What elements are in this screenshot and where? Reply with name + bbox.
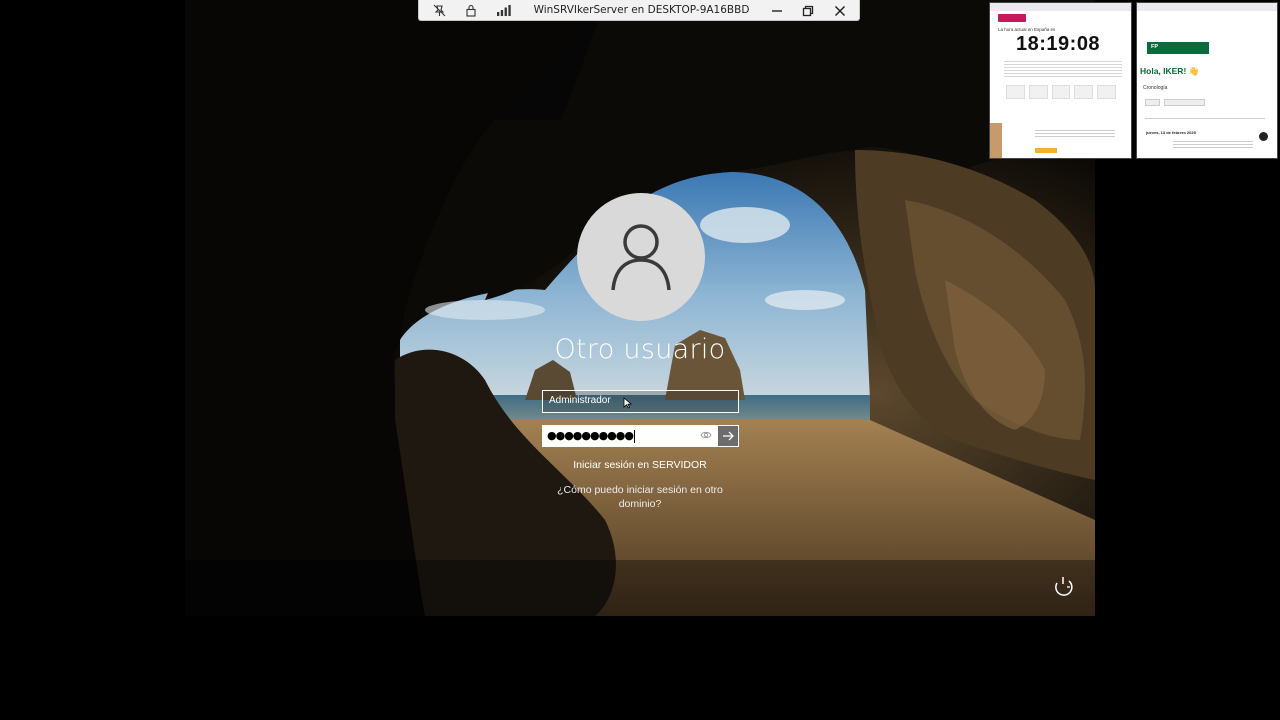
user-display-name: Otro usuario [554, 334, 726, 365]
thumbnail-heading: La hora actual en España es [998, 27, 1056, 32]
rdp-session-title: WinSRVIkerServer en DESKTOP-9A16BBD [533, 4, 750, 16]
password-masked-value: ●●●●●●●●●● [547, 429, 635, 443]
ease-of-access-icon[interactable] [1052, 575, 1074, 597]
rdp-connection-bar: WinSRVIkerServer en DESKTOP-9A16BBD [418, 0, 860, 21]
username-value: Administrador [549, 395, 611, 406]
password-field[interactable]: ●●●●●●●●●● [542, 425, 717, 447]
person-icon [611, 224, 671, 291]
thumbnail-tabbar [1137, 3, 1277, 11]
screen: WinSRVIkerServer en DESKTOP-9A16BBD Otro… [0, 0, 1280, 720]
thumbnail-greeting: Hola, IKER! 👋 [1140, 66, 1200, 76]
minimize-icon[interactable] [769, 3, 785, 18]
close-icon[interactable] [832, 3, 848, 18]
restore-icon[interactable] [800, 3, 816, 18]
thumbnail-tabbar [990, 3, 1131, 11]
thumbnail-ad-button [1035, 148, 1057, 153]
browser-thumbnail-clock[interactable]: La hora actual en España es 18:19:08 [989, 2, 1132, 159]
thumbnail-clock: 18:19:08 [1016, 33, 1101, 55]
thumbnail-ad-text [1035, 128, 1115, 138]
lock-icon[interactable] [463, 3, 479, 18]
submit-arrow-button[interactable] [717, 425, 739, 447]
thumbnail-help-icon [1259, 132, 1268, 141]
thumbnail-ad-image [990, 123, 1002, 158]
thumbnail-date-heading: jueves, 13 de febrero 2025 [1146, 130, 1196, 135]
thumbnail-city-row [1006, 85, 1116, 99]
thumbnail-fp-banner: FP [1147, 42, 1209, 54]
signin-target-label: Iniciar sesión en SERVIDOR [573, 459, 707, 471]
other-domain-link[interactable]: ¿Cómo puedo iniciar sesión en otro domin… [545, 483, 735, 511]
signal-bars-icon[interactable] [495, 3, 511, 18]
thumbnail-event-text [1173, 139, 1253, 149]
thumbnail-search-box [1145, 113, 1265, 119]
thumbnail-filters [1145, 99, 1205, 106]
thumbnail-section-title: Cronología [1143, 85, 1168, 91]
mouse-cursor-icon [623, 397, 632, 409]
browser-thumbnail-moodle[interactable]: FP Hola, IKER! 👋 Cronología jueves, 13 d… [1136, 2, 1278, 159]
thumbnail-header-button [998, 14, 1026, 22]
username-field[interactable]: Administrador [542, 390, 739, 413]
thumbnail-text-lines [1004, 59, 1122, 77]
pin-off-icon[interactable] [431, 3, 447, 18]
reveal-password-eye-icon[interactable] [700, 429, 712, 441]
user-avatar [577, 193, 705, 321]
arrow-right-icon [723, 431, 734, 441]
